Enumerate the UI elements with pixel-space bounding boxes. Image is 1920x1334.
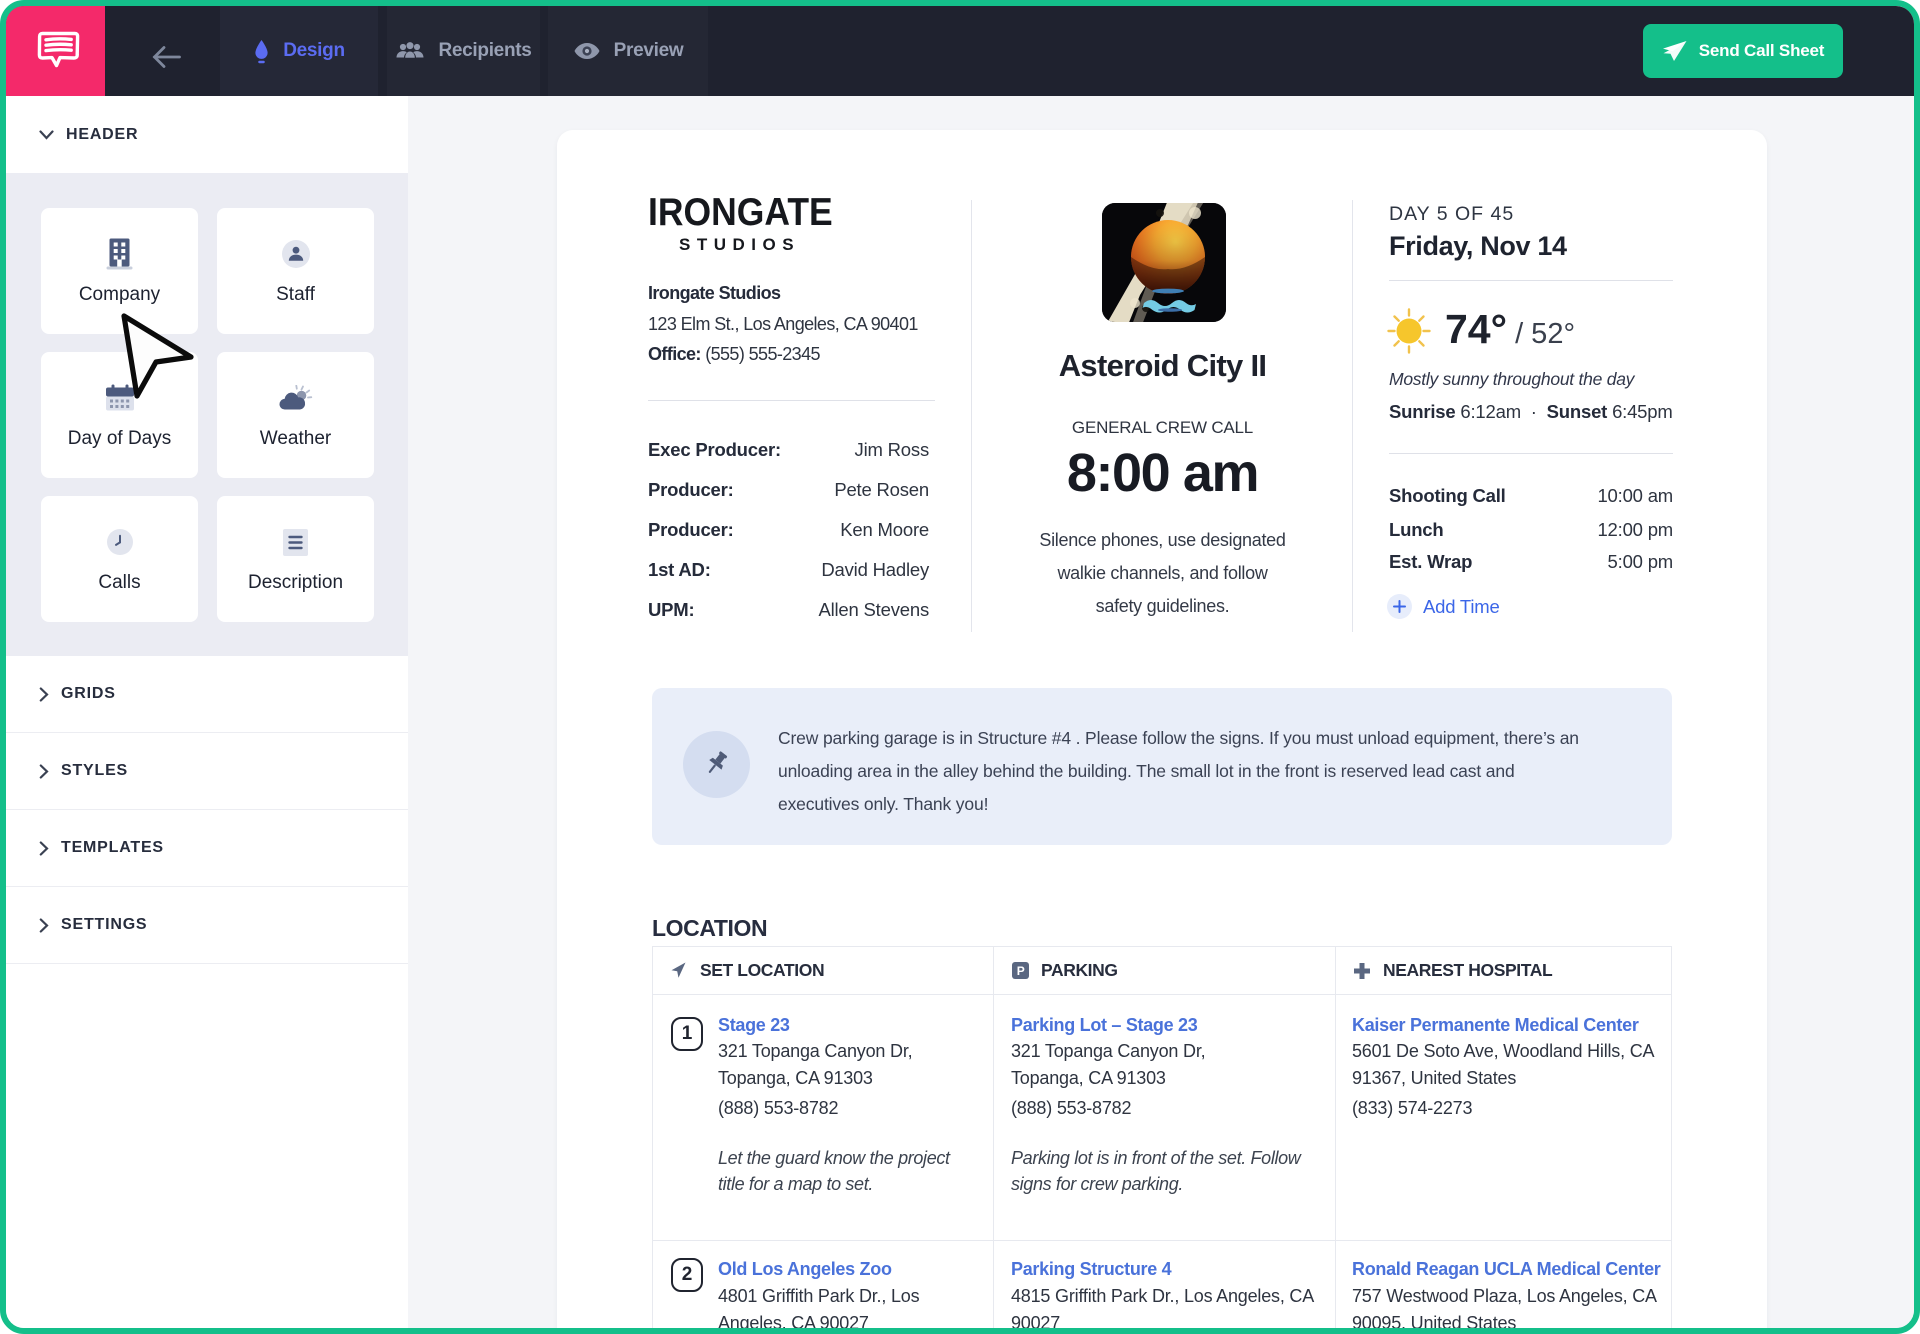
svg-text:P: P [1017, 964, 1025, 978]
